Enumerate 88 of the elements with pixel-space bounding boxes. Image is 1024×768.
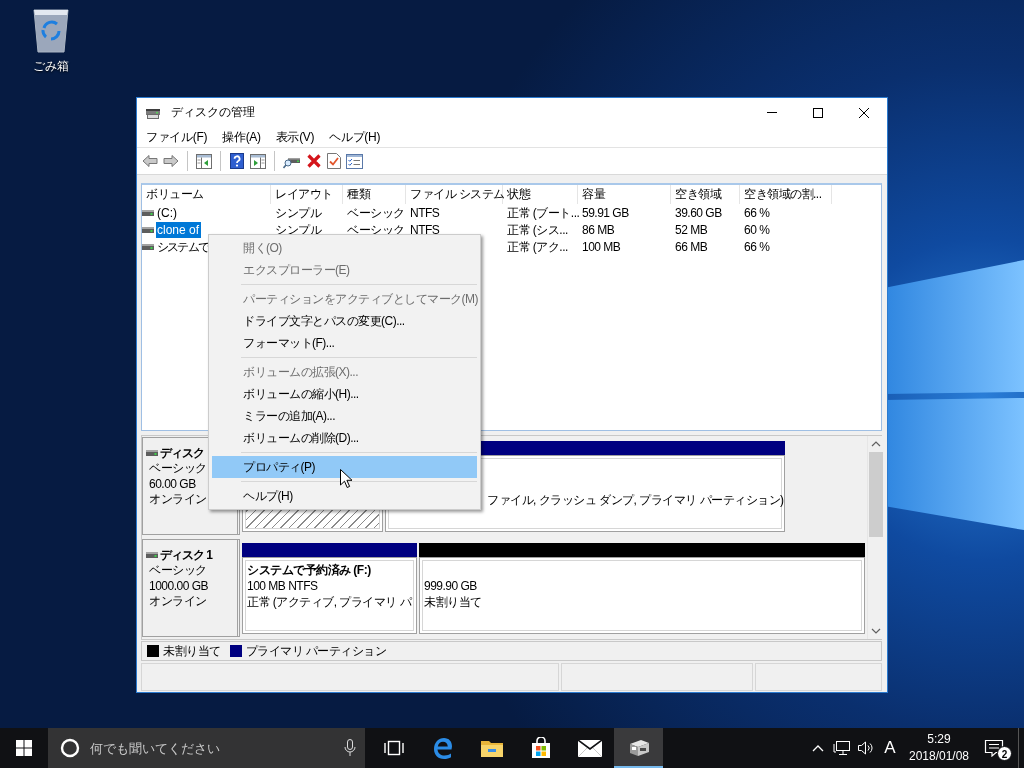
desktop-icon-label[interactable]: ごみ箱 (33, 58, 69, 75)
table-cell: NTFS (410, 221, 440, 238)
menu-item[interactable]: 表示(V) (268, 128, 322, 146)
context-menu-item[interactable]: ボリュームの縮小(H)... (212, 383, 477, 405)
network-icon[interactable] (833, 740, 851, 756)
context-menu-item[interactable]: プロパティ(P) (212, 456, 477, 478)
partition-size: 100 MB NTFS (247, 579, 318, 593)
partition-title: システムで予約済み (F:) (247, 563, 371, 577)
table-cell: 66 MB (675, 238, 708, 255)
partition-size: 999.90 GB (424, 579, 477, 593)
search-box[interactable]: 何でも聞いてください (48, 728, 365, 768)
menu-item[interactable]: 操作(A) (215, 128, 268, 146)
help-icon[interactable] (229, 153, 245, 169)
column-header[interactable]: 容量 (578, 185, 671, 204)
folder-icon[interactable] (479, 738, 504, 758)
partition-box[interactable]: システムで予約済み (F:) 100 MB NTFS 正常 (アクティブ, プライマリ パ (242, 557, 417, 634)
column-header[interactable]: 空き領域 (671, 185, 740, 204)
table-cell: 100 MB (582, 238, 621, 255)
table-cell: 66 % (744, 238, 770, 255)
notification-button[interactable]: 2 (970, 728, 1018, 768)
table-cell: 60 % (744, 221, 770, 238)
table-cell: シンプル (275, 204, 321, 221)
column-header[interactable]: 状態 (503, 185, 578, 204)
partition-box[interactable]: 999.90 GB 未割り当て (419, 557, 865, 634)
table-cell: 正常 (ブート... (507, 204, 580, 221)
taskbar-app-button[interactable] (614, 728, 663, 768)
context-menu-item[interactable]: ミラーの追加(A)... (212, 405, 477, 427)
partition-status: ファイル, クラッシュ ダンプ, プライマリ パーティション) (487, 493, 784, 507)
partition-status: 未割り当て (424, 595, 482, 609)
disk-name: ディスク 1 (160, 546, 212, 564)
table-cell: 66 % (744, 204, 770, 221)
ime-mode-indicator[interactable]: A (884, 738, 896, 758)
search-field[interactable]: 何でも聞いてください (90, 738, 334, 758)
disk-size: 60.00 GB (149, 476, 197, 492)
forward-arrow-icon[interactable] (163, 153, 179, 169)
table-cell: ベーシック (347, 204, 405, 221)
document-check-icon[interactable] (327, 153, 341, 169)
checklist-icon[interactable] (346, 153, 363, 169)
disk-size: 1000.00 GB (149, 578, 210, 594)
context-menu-item[interactable]: ドライブ文字とパスの変更(C)... (212, 310, 477, 332)
notification-badge: 2 (997, 746, 1012, 761)
taskbar-time: 5:29 (927, 731, 951, 748)
volume-name[interactable]: (C:) (156, 204, 179, 221)
envelope-icon[interactable] (577, 739, 602, 757)
table-cell: 39.60 GB (675, 204, 722, 221)
disk-type: ベーシック (149, 461, 208, 477)
context-menu-item[interactable]: フォーマット(F)... (212, 332, 477, 354)
volume-name[interactable]: システムで (156, 238, 210, 255)
column-header[interactable]: レイアウト (271, 185, 343, 204)
table-cell: NTFS (410, 204, 440, 221)
column-header[interactable]: 空き領域の割... (740, 185, 832, 204)
window-title: ディスクの管理 (171, 104, 256, 121)
disk-status: オンライン (149, 492, 208, 508)
microphone-icon[interactable] (344, 739, 356, 757)
legend-label: 未割り当て (163, 642, 221, 660)
disk-status: オンライン (149, 594, 208, 610)
minimize-icon (767, 112, 777, 113)
speech-bubble-icon (984, 739, 1004, 757)
task-view-icon (382, 740, 405, 756)
table-cell: 正常 (シス... (507, 221, 568, 238)
ring-icon (60, 738, 80, 758)
back-arrow-icon[interactable] (142, 153, 158, 169)
scrollbar-thumb[interactable] (869, 452, 883, 537)
speaker-icon[interactable] (857, 740, 875, 756)
legend-label: プライマリ パーティション (245, 642, 387, 660)
table-cell: 52 MB (675, 221, 708, 238)
taskbar-clock[interactable]: 5:29 2018/01/08 (908, 728, 970, 768)
close-icon (859, 107, 869, 118)
mouse-pointer-icon (340, 469, 353, 489)
volume-name[interactable]: clone of (156, 221, 202, 238)
maximize-icon (813, 107, 823, 118)
menu-item[interactable]: ファイル(F) (139, 128, 215, 146)
delete-icon[interactable] (306, 153, 322, 169)
taskbar-date: 2018/01/08 (908, 748, 970, 765)
column-header[interactable]: ファイル システム (406, 185, 503, 204)
table-cell: 正常 (アク... (507, 238, 568, 255)
windows-logo-icon (16, 740, 32, 756)
table-cell: 86 MB (582, 221, 615, 238)
menu-item[interactable]: ヘルプ(H) (322, 128, 388, 146)
disk-name: ディスク (160, 444, 204, 462)
disk-type: ベーシック (149, 563, 208, 579)
table-cell: 59.91 GB (582, 204, 629, 221)
recycle-bin-icon[interactable] (31, 6, 71, 54)
chevron-up-icon[interactable] (812, 744, 824, 752)
shopping-bag-icon[interactable] (529, 737, 552, 759)
column-header[interactable]: ボリューム (142, 185, 271, 204)
partition-status: 正常 (アクティブ, プライマリ パ (247, 595, 412, 609)
column-header[interactable]: 種類 (343, 185, 406, 204)
